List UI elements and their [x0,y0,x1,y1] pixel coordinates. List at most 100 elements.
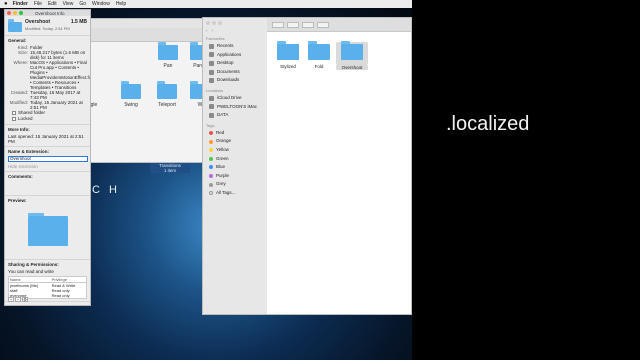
sidebar-tag-all[interactable]: All Tags... [203,189,267,198]
window-controls [203,21,267,25]
minimize-button[interactable] [212,21,216,25]
sidebar-tag-blue[interactable]: Blue [203,163,267,172]
sidebar-item-label: Applications [217,51,242,57]
comments-header[interactable]: Comments: [8,174,87,179]
more-info-header[interactable]: More Info: [8,127,87,132]
zoom-button[interactable] [19,11,23,15]
remove-user-button[interactable]: − [15,297,21,302]
name-field[interactable]: Overshoot [8,156,88,162]
action-button[interactable] [302,21,314,28]
folder-icon [277,41,299,60]
folder-label: Fold [314,64,324,69]
sharing-permissions-section: Sharing & Permissions: You can read and … [5,260,90,302]
tag-dot-icon [209,156,213,161]
menu-help[interactable]: Help [116,1,126,7]
menu-go[interactable]: Go [79,1,86,7]
sidebar-item-label: PWELTOON'S iMac [217,103,257,109]
clock-icon [209,43,214,49]
tag-dot-icon [209,131,213,136]
finder-window[interactable]: ‹ › Favourites Recents Applications Desk… [202,17,412,315]
sidebar-tag-green[interactable]: Green [203,155,267,164]
favourites-header: Favourites [206,36,225,41]
where-label: Where: [13,60,28,65]
locked-label: Locked [18,116,33,121]
folder-label: Overshoot [336,65,368,70]
download-icon [209,78,214,84]
sidebar-item-icloud[interactable]: iCloud Drive [203,94,267,103]
name-extension-header[interactable]: Name & Extension: [8,149,87,154]
close-button[interactable] [206,21,210,25]
menu-window[interactable]: Window [92,1,110,7]
name-extension-section: Name & Extension: Overshoot Hide extensi… [5,147,90,172]
forward-icon[interactable]: › [212,28,214,33]
locked-checkbox[interactable]: Locked [12,116,87,122]
finder-toolbar [267,18,411,32]
sidebar-item-imac[interactable]: PWELTOON'S iMac [203,103,267,112]
menu-view[interactable]: View [63,1,74,7]
hide-extension-checkbox[interactable]: Hide extension [8,164,87,169]
folder-item[interactable]: Teleport [152,81,182,108]
sidebar-item-recents[interactable]: Recents [203,42,267,51]
desktop-wallpaper-text: C H [92,184,120,196]
checkbox-box [12,117,16,121]
minimize-button[interactable] [13,11,17,15]
general-section: General: Kind: Folder Size: 15,48,217 byte… [5,36,90,125]
nav-buttons: ‹ › [203,28,267,33]
folder-icon [341,41,363,60]
size-label: Size: [17,50,28,55]
path-strip: Transitions 1 item [150,163,190,173]
drive-icon [209,112,214,118]
tag-dot-icon [209,165,213,170]
sidebar-item-documents[interactable]: Documents [203,68,267,77]
sidebar-tag-grey[interactable]: Grey [203,180,267,189]
preview-header[interactable]: Preview: [8,198,87,203]
folder-icon [158,42,178,60]
close-button[interactable] [7,11,11,15]
folder-item-overshoot[interactable]: Overshoot [336,41,368,70]
sidebar-tag-red[interactable]: Red [203,129,267,138]
info-header: Overshoot Modified: Today, 2:51 PM 1.5 M… [5,16,90,36]
share-button[interactable] [317,21,329,28]
cloud-icon [209,95,214,101]
sidebar-item-label: Desktop [217,60,234,66]
group-button[interactable] [287,21,299,28]
gear-icon[interactable]: ⚙ [22,297,28,302]
back-icon[interactable]: ‹ [206,28,208,33]
sidebar-item-label: Orange [216,138,232,144]
menu-finder[interactable]: Finder [13,1,28,7]
folder-item[interactable]: Swing [116,81,146,108]
sidebar-item-desktop[interactable]: Desktop [203,59,267,68]
folder-icon [121,81,141,99]
view-toggle-button[interactable] [272,21,284,28]
sidebar-item-applications[interactable]: Applications [203,51,267,60]
modified-value: Today, 15 January 2021 at 2:51 PM [30,100,83,110]
sidebar-item-downloads[interactable]: Downloads [203,76,267,85]
localized-caption: .localized [446,113,530,135]
sidebar-tag-yellow[interactable]: Yellow [203,146,267,155]
folder-item-stylized[interactable]: Stylized [272,41,304,69]
menu-edit[interactable]: Edit [48,1,57,7]
folder-icon [27,213,68,246]
sidebar-tag-purple[interactable]: Purple [203,172,267,181]
folder-item-fold[interactable]: Fold [303,41,335,69]
sidebar-item-label: Downloads [217,77,240,83]
finder-sidebar: ‹ › Favourites Recents Applications Desk… [203,18,267,314]
apple-menu-icon[interactable]: ● [4,1,8,7]
sidebar-item-label: Documents [217,68,240,74]
sidebar-item-data[interactable]: DATA [203,111,267,120]
document-icon [209,69,214,75]
sharing-note: You can read and write [8,269,54,274]
sidebar-item-label: Blue [216,164,226,170]
general-section-header[interactable]: General: [8,38,87,43]
privilege[interactable]: Read only [51,293,87,299]
menu-file[interactable]: File [34,1,42,7]
zoom-button[interactable] [218,21,222,25]
sidebar-tag-orange[interactable]: Orange [203,137,267,146]
add-user-button[interactable]: + [8,297,14,302]
folder-label: Swing [124,102,138,108]
created-value: Tuesday, 16 May 2017 at 7:43 PM [30,90,81,100]
folder-item[interactable]: Pan [153,42,183,69]
tag-dot-icon [209,148,213,153]
get-info-panel[interactable]: Overshoot Info Overshoot Modified: Today… [4,9,91,306]
sharing-header[interactable]: Sharing & Permissions: [8,262,87,267]
